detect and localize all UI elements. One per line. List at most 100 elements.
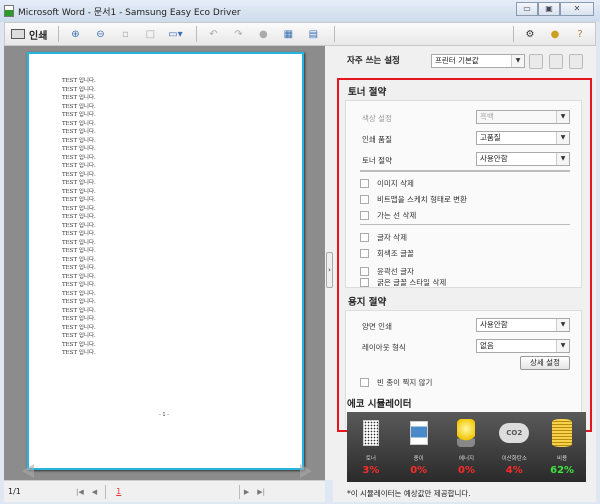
prev-page-arrow[interactable]	[22, 464, 34, 478]
toner-save-label: 토너 절약	[362, 156, 392, 165]
print-button[interactable]: 인쇄	[11, 25, 47, 43]
first-page-button[interactable]: |◀	[76, 488, 84, 496]
save-preset-button[interactable]	[549, 54, 563, 69]
checkbox-box[interactable]	[360, 195, 369, 204]
document-line: TEST 입니다.	[62, 273, 96, 280]
document-line: TEST 입니다.	[62, 120, 96, 127]
prev-page-button[interactable]: ◀	[92, 488, 97, 496]
layout-label: 레이아웃 형식	[362, 343, 406, 352]
eco-item-2: 에너지 0%	[443, 412, 491, 482]
document-line: TEST 입니다.	[62, 86, 96, 93]
layout-value: 없음	[480, 341, 494, 350]
eco-item-value: 0%	[410, 465, 428, 476]
image-icon[interactable]: ▦	[278, 25, 298, 43]
view-mode-icon[interactable]: ▭▾	[165, 25, 185, 43]
checkbox-outline-text[interactable]: 윤곽선 글자	[360, 266, 414, 277]
close-button[interactable]: ✕	[560, 2, 594, 16]
eco-simulator: 토너 3% 종이 0% 에너지 0% CO2 이산화탄소 4% 비용 62%	[347, 412, 586, 482]
chevron-down-icon: ▼	[556, 111, 569, 123]
checkbox-label: 빈 종이 찍지 않기	[377, 378, 433, 387]
info-icon[interactable]: ●	[545, 25, 565, 43]
chevron-down-icon: ▼	[556, 340, 569, 352]
layout-select[interactable]: 없음 ▼	[476, 339, 570, 353]
checkbox-label: 회색조 글꼴	[377, 249, 414, 258]
paper-icon	[409, 421, 428, 445]
toner-icon	[362, 420, 379, 446]
document-line: TEST 입니다.	[62, 222, 96, 229]
minimize-button[interactable]: ▭	[516, 2, 538, 16]
zoom-out-icon[interactable]: ⊖	[90, 25, 110, 43]
document-line: TEST 입니다.	[62, 299, 96, 305]
checkbox-skip-blank[interactable]: 빈 종이 찍지 않기	[360, 377, 432, 388]
divider	[58, 26, 60, 42]
next-page-arrow[interactable]	[300, 464, 312, 478]
delete-icon[interactable]: ▤	[303, 25, 323, 43]
checkbox-box[interactable]	[360, 278, 369, 287]
document-line: TEST 입니다.	[62, 282, 96, 288]
checkbox-bitmap-sketch[interactable]: 비트맵을 스케치 형태로 변환	[360, 194, 467, 205]
checkbox-box[interactable]	[360, 267, 369, 276]
document-line: TEST 입니다.	[62, 214, 96, 220]
document-line: TEST 입니다.	[62, 333, 96, 339]
help-icon[interactable]: ?	[570, 25, 590, 43]
eco-icon-wrap	[409, 416, 428, 450]
eco-icon-wrap	[362, 416, 379, 450]
document-line: TEST 입니다.	[62, 205, 96, 212]
chevron-down-icon: ▼	[556, 132, 569, 144]
fit-page-icon[interactable]: ▫	[115, 25, 135, 43]
undo-icon[interactable]: ↶	[203, 25, 223, 43]
maximize-button[interactable]: ▣	[538, 2, 560, 16]
checkbox-label: 가는 선 삭제	[377, 211, 417, 220]
checkbox-label: 윤곽선 글자	[377, 267, 414, 276]
divider	[238, 484, 240, 499]
document-text: TEST 입니다. TEST 입니다. TEST 입니다. TEST 입니다. TEST…	[62, 77, 96, 358]
quality-value: 고품질	[480, 133, 501, 142]
document-line: TEST 입니다.	[62, 137, 96, 144]
last-page-button[interactable]: ▶|	[257, 488, 265, 496]
toolbar: 인쇄 ⊕ ⊖ ▫ □ ▭▾ ↶ ↷ ● ▦ ▤ ⚙ ● ?	[4, 22, 596, 46]
next-page-button[interactable]: ▶	[244, 488, 249, 496]
checkbox-delete-bold[interactable]: 굵은 글꼴 스타일 삭제	[360, 277, 446, 288]
color-select: 흑백 ▼	[476, 110, 570, 124]
new-preset-button[interactable]	[529, 54, 543, 69]
checkbox-box[interactable]	[360, 211, 369, 220]
co2-cloud-icon: CO2	[499, 423, 530, 443]
checkbox-box[interactable]	[360, 179, 369, 188]
toner-save-select[interactable]: 사용안함 ▼	[476, 152, 570, 166]
duplex-select[interactable]: 사용안함 ▼	[476, 318, 570, 332]
duplex-value: 사용안함	[480, 320, 508, 329]
zoom-in-icon[interactable]: ⊕	[65, 25, 85, 43]
eco-item-1: 종이 0%	[395, 412, 443, 482]
eco-item-name: 에너지	[458, 456, 475, 462]
document-line: TEST 입니다.	[62, 129, 96, 135]
eco-item-value: 4%	[505, 465, 523, 476]
checkbox-box[interactable]	[360, 233, 369, 242]
coins-icon	[552, 419, 573, 447]
gear-icon[interactable]: ⚙	[520, 25, 540, 43]
checkbox-box[interactable]	[360, 249, 369, 258]
checkbox-label: 비트맵을 스케치 형태로 변환	[377, 195, 467, 204]
quality-select[interactable]: 고품질 ▼	[476, 131, 570, 145]
checkbox-box[interactable]	[360, 378, 369, 387]
delete-preset-button[interactable]	[569, 54, 583, 69]
paper-section: 양면 인쇄 사용안함 ▼ 레이아웃 형식 없음 ▼ 상세 설정 빈 종이 찍지 않기	[345, 310, 582, 428]
checkbox-label: 굵은 글꼴 스타일 삭제	[377, 278, 447, 287]
redo-icon[interactable]: ↷	[228, 25, 248, 43]
actual-size-icon[interactable]: □	[140, 25, 160, 43]
checkbox-delete-image[interactable]: 이미지 삭제	[360, 178, 414, 189]
collapse-handle[interactable]: ›	[326, 252, 333, 288]
toner-section: 색상 설정 흑백 ▼ 인쇄 품질 고품질 ▼ 토너 절약 사용안함 ▼ 이미지 삭제 …	[345, 100, 582, 288]
document-line: TEST 입니다.	[62, 316, 96, 322]
eco-simulator-title: 에코 시뮬레이터	[347, 399, 412, 410]
splitter[interactable]: ›	[325, 46, 333, 480]
detail-settings-button[interactable]: 상세 설정	[520, 356, 570, 370]
checkbox-grayscale-font[interactable]: 회색조 글꼴	[360, 248, 414, 259]
checkbox-delete-text[interactable]: 글자 삭제	[360, 232, 407, 243]
current-page-link[interactable]: 1	[116, 487, 121, 496]
chevron-down-icon: ▼	[556, 319, 569, 331]
color-value: 흑백	[480, 112, 494, 121]
favorites-select[interactable]: 프린터 기본값 ▼	[431, 54, 525, 68]
checkbox-delete-thin-lines[interactable]: 가는 선 삭제	[360, 210, 416, 221]
reset-icon[interactable]: ●	[253, 25, 273, 43]
document-line: TEST 입니다.	[62, 180, 96, 186]
